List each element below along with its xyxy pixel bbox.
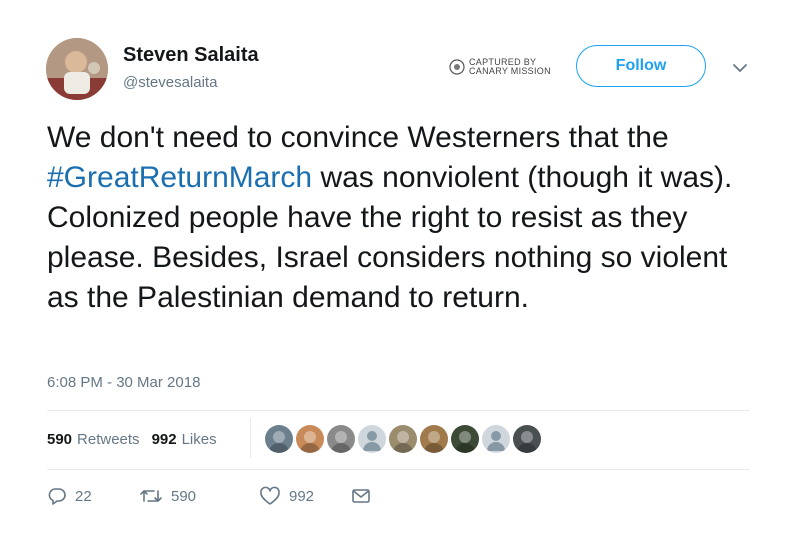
likes-label: Likes [181,431,217,448]
liker-avatar-9[interactable] [513,425,541,453]
captured-line-2: CANARY MISSION [469,66,551,76]
retweet-icon [140,490,162,502]
default-avatar-icon[interactable] [482,425,510,453]
reply-action[interactable]: 22 [47,486,139,506]
follow-button[interactable]: Follow [576,45,706,87]
retweet-action[interactable]: 590 [139,486,259,506]
liker-avatar-7[interactable] [451,425,479,453]
tweet-stats: 590 Retweets 992 Likes [47,431,217,448]
default-avatar-icon[interactable] [358,425,386,453]
liker-avatars [265,425,544,453]
reply-icon [48,488,66,505]
tweet-timestamp[interactable]: 6:08 PM - 30 Mar 2018 [47,374,200,391]
divider-bottom [47,469,750,470]
likes-stat[interactable]: 992 Likes [152,431,217,448]
retweets-stat[interactable]: 590 Retweets [47,431,140,448]
hashtag-link[interactable]: #GreatReturnMarch [47,161,312,194]
liker-avatar-1[interactable] [265,425,293,453]
tweet-text: We don't need to convince Westerners tha… [47,118,747,318]
liker-avatar-3[interactable] [327,425,355,453]
canary-mission-logo-icon [449,59,465,75]
tweet-actions: 22 590 992 [47,486,379,506]
retweets-count: 590 [47,431,73,448]
captured-by-watermark: CAPTURED BY CANARY MISSION [449,58,551,76]
reply-count: 22 [75,487,92,505]
liker-avatar-5[interactable] [389,425,417,453]
heart-icon [260,486,280,505]
liker-avatar-6[interactable] [420,425,448,453]
direct-message-action[interactable] [351,487,379,505]
stats-separator [250,418,251,458]
tweet-text-start: We don't need to convince Westerners tha… [47,121,669,154]
profile-photo [46,38,108,100]
envelope-icon [352,489,370,503]
retweet-count: 590 [171,487,197,505]
liker-avatar-2[interactable] [296,425,324,453]
profile-avatar[interactable] [46,38,108,100]
like-action[interactable]: 992 [259,486,351,506]
likes-count: 992 [151,431,177,448]
divider-top [47,410,750,411]
retweets-label: Retweets [77,431,140,448]
profile-name[interactable]: Steven Salaita [123,44,259,67]
profile-handle[interactable]: @stevesalaita [123,74,217,91]
like-count: 992 [289,487,315,505]
chevron-down-icon[interactable] [730,58,750,78]
